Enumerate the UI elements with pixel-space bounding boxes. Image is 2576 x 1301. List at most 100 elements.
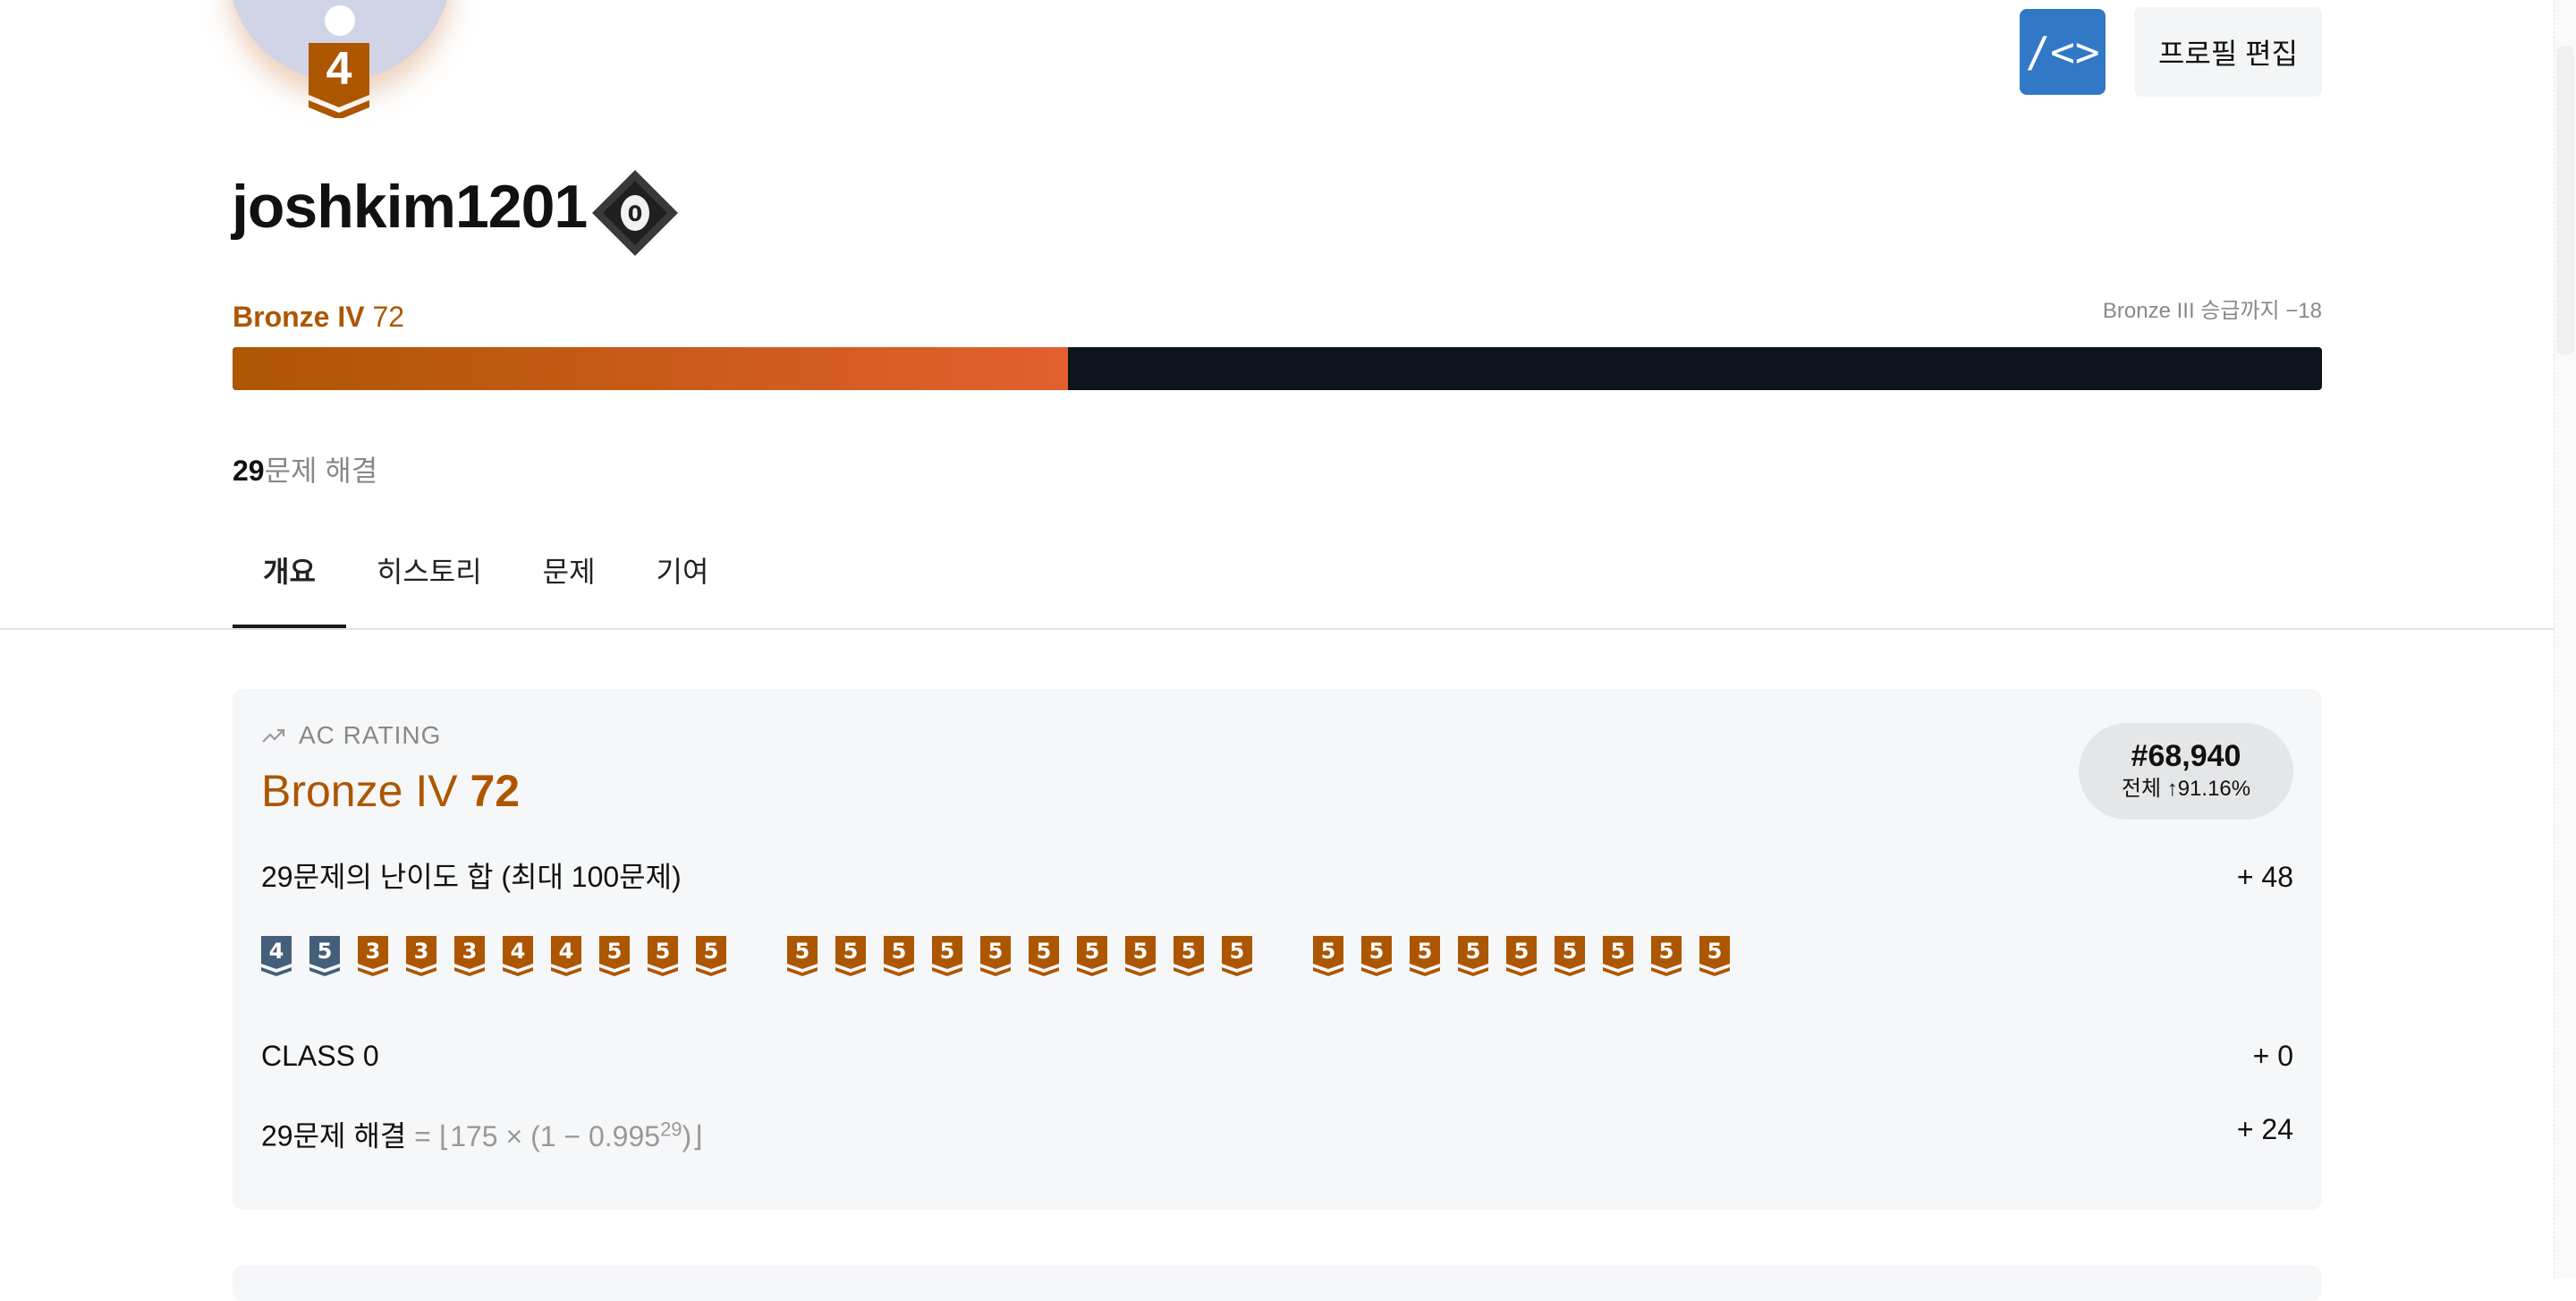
problem-tier-badge: 5 <box>696 936 726 976</box>
difficulty-sum-value: + 48 <box>2236 861 2293 893</box>
tier-rating: 72 <box>372 301 405 333</box>
problem-tier-badge-level: 5 <box>795 939 810 964</box>
tier-line: Bronze IV 72 <box>233 297 404 336</box>
problem-tier-badge: 5 <box>1555 936 1585 976</box>
problem-tier-badge-level: 4 <box>559 939 574 964</box>
problem-tier-badge-level: 3 <box>414 939 429 964</box>
problem-tier-badge: 5 <box>1174 936 1204 976</box>
problem-tier-badge: 5 <box>1077 936 1107 976</box>
class-badge-icon[interactable]: 0 <box>590 168 680 258</box>
problem-tier-badge-level: 3 <box>366 939 381 964</box>
problem-tier-badge: 5 <box>1029 936 1059 976</box>
solved-row-text: 29문제 해결 <box>261 1119 407 1152</box>
problem-tier-badge-level: 4 <box>511 939 526 964</box>
rating-progress-fill <box>233 347 1069 390</box>
problem-tier-badge: 5 <box>648 936 678 976</box>
tab-overview[interactable]: 개요 <box>233 537 346 628</box>
rank-percentile: 전체 ↑91.16% <box>2121 777 2251 801</box>
problem-tier-badge-level: 5 <box>1037 939 1052 964</box>
code-button[interactable]: /<> <box>2020 9 2106 95</box>
problem-tier-badge: 5 <box>980 936 1011 976</box>
promotion-text: Bronze III 승급까지 −18 <box>2102 299 2322 323</box>
problem-tier-badge-level: 5 <box>988 939 1004 964</box>
class-row-value: + 0 <box>2252 1040 2293 1072</box>
problem-tier-badge-level: 5 <box>607 939 623 964</box>
problem-tier-badge-level: 5 <box>1563 939 1578 964</box>
rating-tier-name: Bronze IV <box>261 766 458 816</box>
solved-formula-suffix: )⌋ <box>682 1119 703 1152</box>
problem-tier-badge-level: 5 <box>843 939 859 964</box>
rating-value: 72 <box>470 766 521 816</box>
problem-tier-badge-level: 5 <box>1466 939 1481 964</box>
problem-tier-badge: 5 <box>884 936 914 976</box>
problem-tier-badge-level: 5 <box>1514 939 1530 964</box>
problem-tier-badge: 5 <box>835 936 866 976</box>
problem-tier-badge: 3 <box>358 936 388 976</box>
problem-tier-badge-level: 5 <box>1369 939 1385 964</box>
rating-progress-bar <box>233 347 2322 390</box>
problem-tier-badge-level: 5 <box>1133 939 1148 964</box>
tab-problems[interactable]: 문제 <box>513 537 626 628</box>
problem-tier-badge: 5 <box>1458 936 1488 976</box>
problem-tier-badge-level: 5 <box>1659 939 1674 964</box>
problem-tier-badge: 5 <box>1651 936 1682 976</box>
problem-tier-badge-level: 5 <box>1230 939 1245 964</box>
problem-tier-badge-level: 3 <box>462 939 478 964</box>
problem-tier-badge: 5 <box>787 936 818 976</box>
problem-tier-badge: 5 <box>1410 936 1440 976</box>
problem-tier-badge: 4 <box>503 936 533 976</box>
problem-tier-badge-level: 5 <box>940 939 955 964</box>
problem-tier-badge: 3 <box>454 936 485 976</box>
solved-row-value: + 24 <box>2236 1113 2293 1145</box>
class-row-text: CLASS 0 <box>261 1040 379 1072</box>
scrollbar-thumb[interactable] <box>2556 47 2574 354</box>
tier-name: Bronze IV <box>233 301 365 333</box>
problem-tier-badge: 5 <box>1125 936 1156 976</box>
problem-tier-badge-level: 5 <box>1707 939 1723 964</box>
tabs-divider <box>0 628 2554 630</box>
username: joshkim1201 <box>232 173 588 241</box>
problem-tier-badge-level: 5 <box>1611 939 1626 964</box>
problem-tier-badge-level: 5 <box>704 939 719 964</box>
solved-row: 29문제 해결 = ⌊175 × (1 − 0.99529)⌋ <box>261 1110 703 1156</box>
problem-tier-badge: 5 <box>932 936 962 976</box>
problem-tier-badge: 5 <box>1603 936 1633 976</box>
problem-tier-badge: 5 <box>599 936 630 976</box>
solved-formula-exponent: 29 <box>660 1118 682 1140</box>
problem-tier-badge: 5 <box>1361 936 1392 976</box>
ac-rating-label: AC RATING <box>261 721 441 750</box>
tab-history[interactable]: 히스토리 <box>346 537 513 628</box>
solved-formula: = ⌊175 × (1 − 0.99529)⌋ <box>414 1118 703 1152</box>
edit-profile-button[interactable]: 프로필 편집 <box>2134 7 2322 97</box>
tab-contributions[interactable]: 기여 <box>626 537 740 628</box>
problem-tier-badge: 4 <box>551 936 581 976</box>
problem-tier-badge: 4 <box>261 936 292 976</box>
ac-rating-card: AC RATING Bronze IV 72 #68,940 전체 ↑91.16… <box>233 689 2322 1210</box>
problem-tier-badge: 5 <box>1506 936 1537 976</box>
problem-tier-badge: 5 <box>1313 936 1343 976</box>
problem-tier-badge-level: 5 <box>1418 939 1433 964</box>
solved-suffix: 문제 해결 <box>264 455 378 487</box>
problem-tier-badge-level: 4 <box>269 939 284 964</box>
problem-tier-badge-level: 5 <box>892 939 907 964</box>
trend-up-icon <box>262 728 285 743</box>
difficulty-sum-text: 29문제의 난이도 합 (최대 100문제) <box>261 861 682 893</box>
profile-tabs: 개요 히스토리 문제 기여 <box>233 537 739 628</box>
code-icon: /<> <box>2025 28 2100 76</box>
problem-tier-badge-level: 5 <box>318 939 333 964</box>
solved-count: 29문제 해결 <box>233 451 377 490</box>
problem-tier-badge: 5 <box>309 936 340 976</box>
rating-title: Bronze IV 72 <box>261 762 520 820</box>
rank-pill[interactable]: #68,940 전체 ↑91.16% <box>2079 723 2293 820</box>
problem-tier-badge: 5 <box>1699 936 1730 976</box>
problem-tier-badge: 5 <box>1222 936 1252 976</box>
problem-tier-badge-level: 5 <box>656 939 671 964</box>
class-badge-number: 0 <box>628 201 643 226</box>
rank-number: #68,940 <box>2131 739 2241 773</box>
ac-rating-label-text: AC RATING <box>299 721 442 749</box>
problem-tier-badge: 3 <box>406 936 436 976</box>
problem-tier-badge-level: 5 <box>1085 939 1100 964</box>
avatar-dot <box>325 5 355 36</box>
solved-formula-prefix: = ⌊175 × (1 − 0.995 <box>414 1119 661 1152</box>
problem-tier-badge-level: 5 <box>1321 939 1336 964</box>
